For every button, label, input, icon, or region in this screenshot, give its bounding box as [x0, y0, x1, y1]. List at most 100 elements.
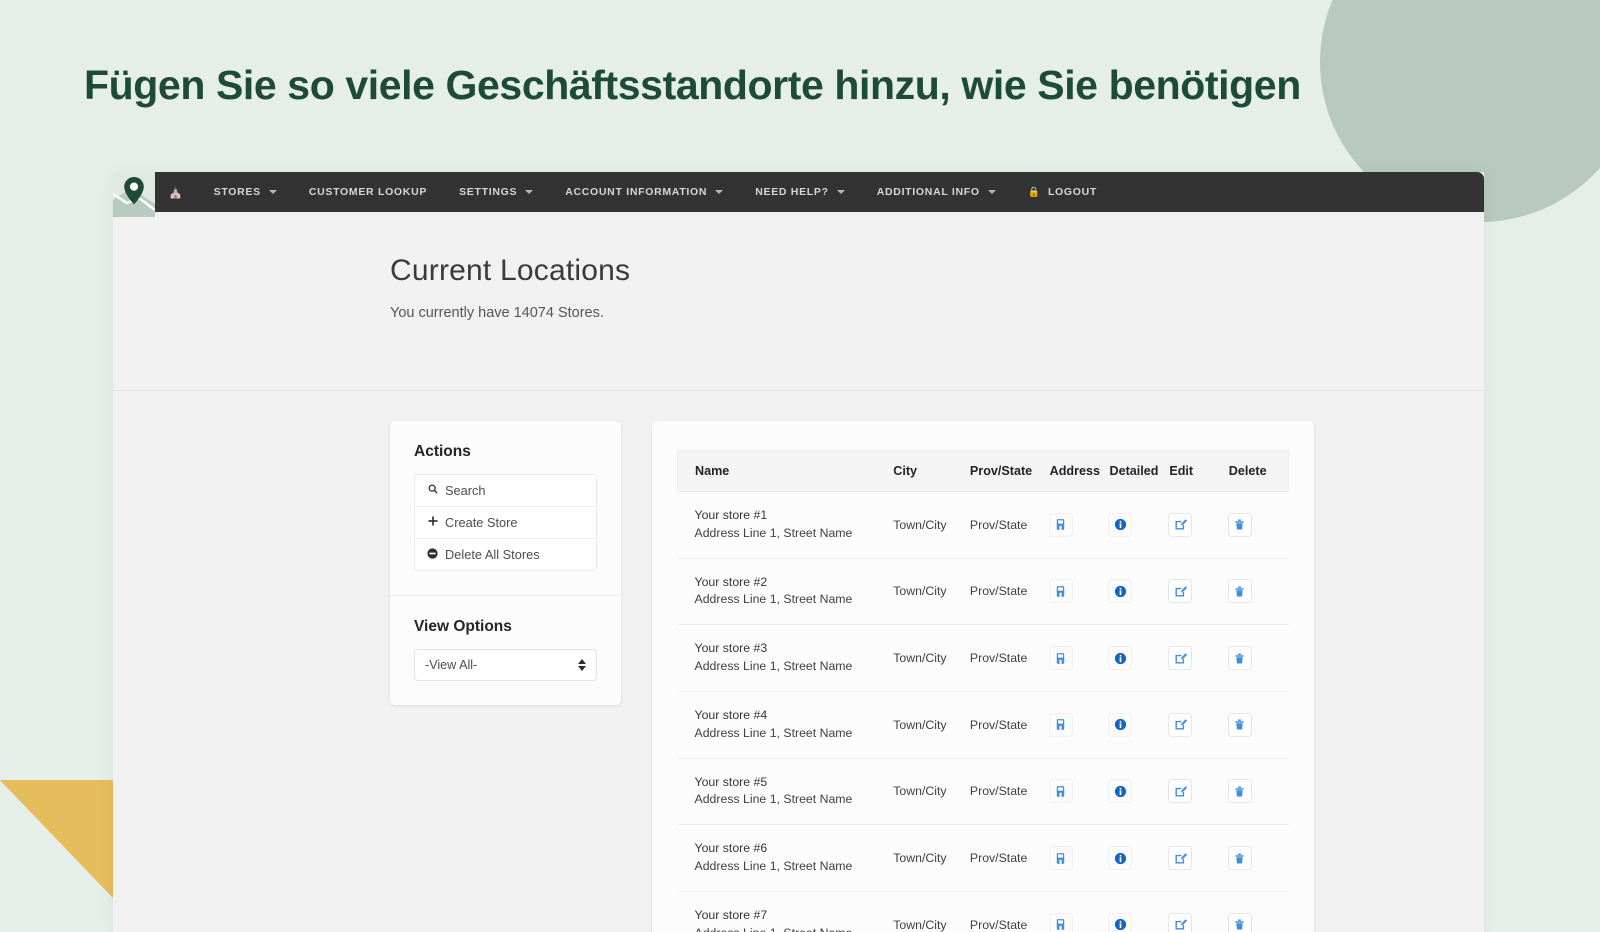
store-address: Address Line 1, Street Name — [695, 658, 894, 676]
address-button[interactable] — [1050, 580, 1072, 602]
edit-icon — [1174, 518, 1187, 531]
edit-icon — [1174, 918, 1187, 931]
address-button[interactable] — [1050, 514, 1072, 536]
cell-city: Town/City — [893, 492, 970, 559]
detailed-info-button[interactable] — [1109, 647, 1131, 669]
delete-button[interactable] — [1229, 914, 1251, 932]
detailed-info-button[interactable] — [1109, 514, 1131, 536]
detailed-info-icon — [1114, 518, 1127, 531]
cell-prov-state: Prov/State — [970, 891, 1050, 932]
stores-table-column: Name City Prov/State Address Detailed Ed… — [652, 421, 1314, 932]
cell-delete — [1229, 492, 1289, 559]
store-address: Address Line 1, Street Name — [695, 925, 894, 932]
map-pin-logo[interactable] — [113, 172, 155, 217]
column-header-detailed[interactable]: Detailed — [1109, 451, 1169, 492]
app-window: ⛪ STORES CUSTOMER LOOKUP SETTINGS ACCOUN… — [113, 172, 1484, 932]
store-name: Your store #5 — [695, 774, 894, 792]
delete-button[interactable] — [1229, 847, 1251, 869]
address-icon — [1054, 785, 1067, 798]
delete-button[interactable] — [1229, 647, 1251, 669]
chevron-down-icon — [269, 190, 277, 194]
search-icon — [427, 484, 438, 497]
address-button[interactable] — [1050, 914, 1072, 932]
nav-label: STORES — [214, 186, 261, 198]
cell-address — [1050, 492, 1110, 559]
detailed-info-button[interactable] — [1109, 780, 1131, 802]
cell-delete — [1229, 625, 1289, 692]
column-header-edit[interactable]: Edit — [1169, 451, 1228, 492]
store-name: Your store #4 — [695, 707, 894, 725]
cell-city: Town/City — [893, 825, 970, 892]
delete-button[interactable] — [1229, 580, 1251, 602]
edit-button[interactable] — [1169, 580, 1191, 602]
delete-button[interactable] — [1229, 514, 1251, 536]
detailed-info-button[interactable] — [1109, 714, 1131, 736]
view-options-panel: View Options -View All- — [390, 595, 621, 705]
detailed-info-button[interactable] — [1109, 580, 1131, 602]
delete-button[interactable] — [1229, 714, 1251, 736]
nav-item-need-help[interactable]: NEED HELP? — [739, 172, 861, 212]
page-headline: Fügen Sie so viele Geschäftsstandorte hi… — [84, 62, 1504, 109]
action-delete-all-stores[interactable]: Delete All Stores — [415, 538, 596, 570]
edit-button[interactable] — [1169, 514, 1191, 536]
cell-delete — [1229, 691, 1289, 758]
edit-button[interactable] — [1169, 714, 1191, 736]
table-row: Your store #5Address Line 1, Street Name… — [678, 758, 1289, 825]
nav-item-additional-info[interactable]: ADDITIONAL INFO — [861, 172, 1012, 212]
lock-icon: 🔒 — [1028, 187, 1041, 198]
cell-edit — [1169, 825, 1228, 892]
address-button[interactable] — [1050, 847, 1072, 869]
action-search[interactable]: Search — [415, 475, 596, 506]
edit-button[interactable] — [1169, 914, 1191, 932]
nav-item-logout[interactable]: 🔒 LOGOUT — [1012, 172, 1113, 212]
edit-button[interactable] — [1169, 847, 1191, 869]
address-button[interactable] — [1050, 714, 1072, 736]
cell-name: Your store #7Address Line 1, Street Name — [678, 891, 894, 932]
nav-item-stores[interactable]: STORES — [198, 172, 293, 212]
edit-button[interactable] — [1169, 780, 1191, 802]
detailed-info-icon — [1114, 585, 1127, 598]
stores-table-card: Name City Prov/State Address Detailed Ed… — [652, 421, 1314, 932]
column-header-prov-state[interactable]: Prov/State — [970, 451, 1050, 492]
view-options-select[interactable]: -View All- — [414, 649, 597, 681]
store-address: Address Line 1, Street Name — [695, 525, 894, 543]
nav-label: CUSTOMER LOOKUP — [309, 186, 427, 198]
stores-table-head: Name City Prov/State Address Detailed Ed… — [678, 451, 1289, 492]
edit-icon — [1174, 852, 1187, 865]
nav-item-home[interactable]: ⛪ — [156, 172, 198, 212]
detailed-info-button[interactable] — [1109, 847, 1131, 869]
cell-name: Your store #1Address Line 1, Street Name — [678, 492, 894, 559]
column-header-address[interactable]: Address — [1050, 451, 1110, 492]
cell-address — [1050, 558, 1110, 625]
address-button[interactable] — [1050, 647, 1072, 669]
cell-prov-state: Prov/State — [970, 825, 1050, 892]
address-button[interactable] — [1050, 780, 1072, 802]
nav-item-settings[interactable]: SETTINGS — [443, 172, 549, 212]
delete-icon — [1233, 918, 1246, 931]
action-label: Delete All Stores — [445, 547, 540, 562]
cell-detailed-info — [1109, 691, 1169, 758]
table-row: Your store #3Address Line 1, Street Name… — [678, 625, 1289, 692]
delete-button[interactable] — [1229, 780, 1251, 802]
nav-item-customer-lookup[interactable]: CUSTOMER LOOKUP — [293, 172, 443, 212]
chevron-down-icon — [988, 190, 996, 194]
table-row: Your store #2Address Line 1, Street Name… — [678, 558, 1289, 625]
store-name: Your store #3 — [695, 640, 894, 658]
nav-item-account-information[interactable]: ACCOUNT INFORMATION — [549, 172, 739, 212]
cell-detailed-info — [1109, 891, 1169, 932]
column-header-name[interactable]: Name — [678, 451, 894, 492]
chevron-down-icon — [837, 190, 845, 194]
column-header-delete[interactable]: Delete — [1229, 451, 1289, 492]
column-header-city[interactable]: City — [893, 451, 970, 492]
store-address: Address Line 1, Street Name — [695, 725, 894, 743]
detailed-info-button[interactable] — [1109, 914, 1131, 932]
edit-button[interactable] — [1169, 647, 1191, 669]
cell-edit — [1169, 492, 1228, 559]
page-header: Current Locations You currently have 140… — [113, 212, 1484, 391]
plus-icon — [427, 516, 438, 529]
chevron-down-icon — [525, 190, 533, 194]
edit-icon — [1174, 718, 1187, 731]
cell-delete — [1229, 891, 1289, 932]
action-create-store[interactable]: Create Store — [415, 506, 596, 538]
table-row: Your store #6Address Line 1, Street Name… — [678, 825, 1289, 892]
